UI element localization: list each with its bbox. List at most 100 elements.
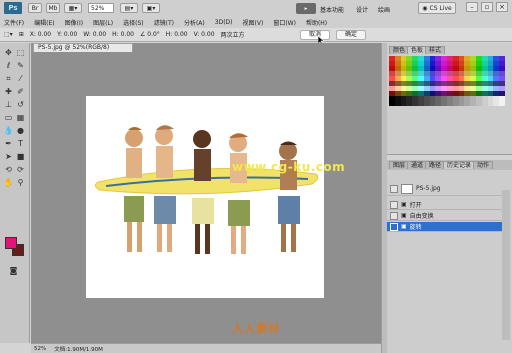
menu-layer[interactable]: 图层(L)	[93, 18, 113, 27]
reference-point-icon[interactable]: ⊞	[19, 31, 24, 38]
workspace-painting-label[interactable]: 绘画	[378, 5, 390, 14]
workspace-essentials-button[interactable]: ▸	[296, 3, 316, 14]
history-item-label: 打开	[409, 202, 422, 209]
transform-tool-icon: ⬚▾	[4, 31, 13, 38]
tab-actions[interactable]: 动作	[473, 161, 494, 169]
tab-swatches[interactable]: 色板	[407, 46, 428, 54]
width-field[interactable]: W: 0.00	[83, 31, 106, 38]
mini-bridge-button[interactable]: Mb	[46, 3, 60, 13]
menu-image[interactable]: 图像(I)	[65, 18, 83, 27]
move-tool-icon[interactable]: ✥	[3, 47, 14, 58]
options-bar: ⬚▾ ⊞ X: 0.00 Y: 0.00 W: 0.00 H: 0.00 ∠ 0…	[0, 28, 512, 42]
history-snapshot[interactable]: PS-5.jpg	[387, 182, 502, 196]
interpolation-select[interactable]: 两次立方	[221, 30, 245, 39]
shape-tool-icon[interactable]: ■	[15, 151, 26, 162]
tab-paths[interactable]: 路径	[425, 161, 446, 169]
menu-edit[interactable]: 编辑(E)	[34, 18, 54, 27]
eyedropper-tool-icon[interactable]: ⁄	[15, 73, 26, 84]
crop-tool-icon[interactable]: ⌗	[3, 73, 14, 84]
history-item-icon: ▣	[401, 201, 407, 208]
clone-stamp-icon[interactable]: ⊥	[3, 99, 14, 110]
angle-field[interactable]: ∠ 0.0°	[140, 31, 160, 38]
path-select-icon[interactable]: ➤	[3, 151, 14, 162]
history-item-rotate[interactable]: ▣ 旋转	[387, 222, 502, 232]
history-brush-icon[interactable]	[390, 222, 398, 231]
history-brush-icon[interactable]	[390, 200, 398, 209]
quick-select-tool-icon[interactable]: ✎	[15, 60, 26, 71]
menu-select[interactable]: 选择(S)	[123, 18, 144, 27]
status-zoom[interactable]: 52%	[34, 346, 46, 352]
cs-live-icon: ◉	[422, 4, 428, 12]
history-brush-icon[interactable]: ↺	[15, 99, 26, 110]
foreground-color-swatch[interactable]	[5, 237, 17, 249]
v-skew-field[interactable]: V: 0.00	[194, 31, 215, 38]
tab-history[interactable]: 历史记录	[443, 161, 476, 169]
layers-panel: 图层 通道 路径 历史记录 动作 PS-5.jpg ▣ 打开 ▣ 自由变换 ▣ …	[387, 160, 512, 353]
gradient-tool-icon[interactable]: ▦	[15, 112, 26, 123]
menu-help[interactable]: 帮助(H)	[306, 18, 327, 27]
hand-tool-icon[interactable]: ✋	[3, 177, 14, 188]
menu-3d[interactable]: 3D(D)	[215, 19, 233, 26]
history-scrollbar[interactable]	[502, 190, 510, 340]
y-field[interactable]: Y: 0.00	[57, 31, 77, 38]
restore-icon[interactable]: ▫	[481, 2, 493, 12]
eraser-tool-icon[interactable]: ▭	[3, 112, 14, 123]
menu-window[interactable]: 窗口(W)	[273, 18, 296, 27]
quick-mask-icon[interactable]: ◙	[8, 265, 19, 276]
brush-tool-icon[interactable]: ✐	[15, 86, 26, 97]
x-field[interactable]: X: 0.00	[30, 31, 51, 38]
type-tool-icon[interactable]: T	[15, 138, 26, 149]
window-controls: – ▫ ×	[466, 2, 508, 12]
swatches-panel: 颜色 色板 样式	[387, 43, 512, 155]
history-brush-icon[interactable]	[390, 211, 398, 220]
arrange-documents-button[interactable]: ▤▾	[120, 3, 138, 13]
watermark-url: www.cg-ku.com	[232, 160, 346, 174]
swatch-grid	[389, 56, 505, 106]
tab-color[interactable]: 颜色	[389, 46, 410, 54]
lasso-tool-icon[interactable]: ℓ	[3, 60, 14, 71]
photoshop-logo: Ps	[4, 2, 22, 14]
h-skew-field[interactable]: H: 0.00	[166, 31, 188, 38]
cs-live-label: CS Live	[429, 4, 452, 12]
tab-styles[interactable]: 样式	[425, 46, 446, 54]
snapshot-brush-icon[interactable]	[390, 184, 398, 193]
minimize-icon[interactable]: –	[466, 2, 478, 12]
healing-brush-icon[interactable]: ✚	[3, 86, 14, 97]
close-icon[interactable]: ×	[496, 2, 508, 12]
zoom-tool-icon[interactable]: ⚲	[15, 177, 26, 188]
workspace-active-label[interactable]: 基本功能	[320, 5, 344, 14]
commit-transform-button[interactable]: 确定	[336, 30, 366, 40]
snapshot-thumbnail	[401, 183, 413, 194]
menu-filter[interactable]: 滤镜(T)	[154, 18, 174, 27]
workspace-design-label[interactable]: 设计	[356, 5, 368, 14]
bridge-button[interactable]: Br	[28, 3, 42, 13]
tools-panel: ✥ ⬚ ℓ ✎ ⌗ ⁄ ✚ ✐ ⊥ ↺ ▭ ▦ 💧 ● ✒ T ➤ ■ ⟲ ⟳ …	[0, 43, 30, 343]
height-field[interactable]: H: 0.00	[112, 31, 134, 38]
3d-camera-icon[interactable]: ⟳	[15, 164, 26, 175]
snapshot-label: PS-5.jpg	[416, 185, 441, 192]
history-item-icon: ▣	[401, 223, 407, 230]
screen-mode-button[interactable]: ▣▾	[142, 3, 160, 13]
menu-file[interactable]: 文件(F)	[4, 18, 24, 27]
color-swatch[interactable]	[499, 101, 505, 106]
document-tab[interactable]: PS-5.jpg @ 52%(RGB/8)	[33, 43, 133, 52]
zoom-level-field[interactable]: 52%	[88, 3, 114, 13]
history-item-free-transform[interactable]: ▣ 自由变换	[387, 211, 502, 221]
status-bar: 52% 文档:1.90M/1.90M	[31, 343, 381, 353]
pen-tool-icon[interactable]: ✒	[3, 138, 14, 149]
history-item-open[interactable]: ▣ 打开	[387, 200, 502, 210]
document-canvas[interactable]	[86, 96, 324, 298]
status-document-size: 文档:1.90M/1.90M	[54, 346, 103, 353]
cs-live-button[interactable]: ◉ CS Live	[418, 2, 456, 14]
3d-rotate-icon[interactable]: ⟲	[3, 164, 14, 175]
dodge-tool-icon[interactable]: ●	[15, 125, 26, 136]
history-item-icon: ▣	[401, 212, 407, 219]
menu-analysis[interactable]: 分析(A)	[184, 18, 205, 27]
blur-tool-icon[interactable]: 💧	[3, 125, 14, 136]
menu-bar: 文件(F) 编辑(E) 图像(I) 图层(L) 选择(S) 滤镜(T) 分析(A…	[0, 16, 512, 28]
tab-layers[interactable]: 图层	[389, 161, 410, 169]
tab-channels[interactable]: 通道	[407, 161, 428, 169]
view-extras-button[interactable]: ▦▾	[64, 3, 82, 13]
marquee-tool-icon[interactable]: ⬚	[15, 47, 26, 58]
menu-view[interactable]: 视图(V)	[243, 18, 264, 27]
